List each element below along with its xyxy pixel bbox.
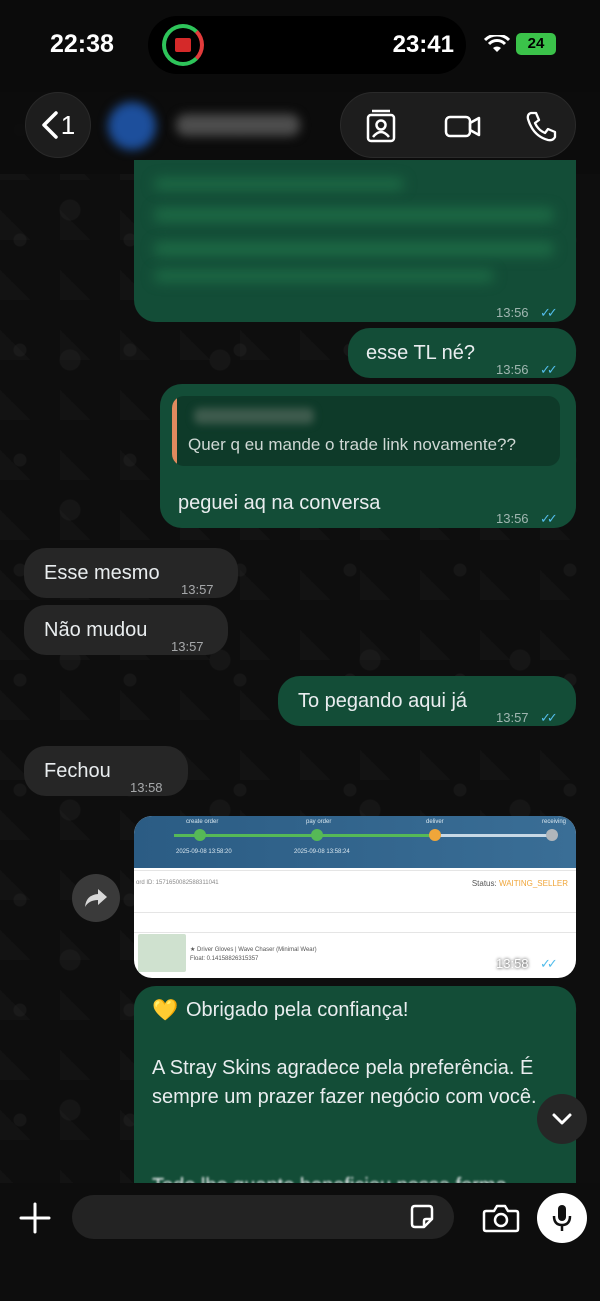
- redacted-text: [154, 242, 554, 256]
- message-time: 13:57: [181, 582, 214, 597]
- message-time: 13:58: [130, 780, 163, 795]
- item-float: Float: 0.14158826315357: [190, 956, 259, 962]
- message-text: Obrigado pela confiança!: [186, 999, 409, 1021]
- read-receipt-icon: ✓✓: [540, 305, 558, 320]
- island-timer: 23:41: [392, 31, 454, 58]
- image-message[interactable]: create order pay order deliver receiving…: [134, 816, 576, 978]
- order-status: Status: WAITING_SELLER: [471, 879, 568, 888]
- redacted-text: [154, 178, 404, 190]
- message-text: esse TL né?: [366, 342, 475, 364]
- redacted-text: [154, 208, 554, 222]
- item-name: ★ Driver Gloves | Wave Chaser (Minimal W…: [190, 947, 317, 953]
- order-progress-header: create order pay order deliver receiving…: [134, 816, 576, 868]
- message-bubble-outgoing[interactable]: 13:56 ✓✓: [134, 160, 576, 322]
- step-label: deliver: [426, 819, 444, 825]
- camera-icon[interactable]: [482, 1203, 520, 1233]
- order-id: ord ID: 1571650082588311041: [136, 880, 219, 886]
- status-time: 22:38: [50, 30, 114, 58]
- message-time: 13:58: [496, 956, 529, 971]
- back-button[interactable]: 1: [25, 92, 91, 158]
- contact-card-icon[interactable]: [363, 109, 399, 143]
- message-bubble-incoming[interactable]: Esse mesmo 13:57: [24, 548, 238, 598]
- step-label: create order: [186, 819, 219, 825]
- video-call-icon[interactable]: [443, 109, 483, 143]
- contact-name[interactable]: [176, 114, 300, 136]
- step-label: pay order: [306, 819, 332, 825]
- step-complete-icon: [194, 829, 206, 841]
- message-text: To pegando aqui já: [298, 690, 468, 712]
- message-time: 13:57: [171, 639, 204, 654]
- read-receipt-icon: ✓✓: [540, 511, 558, 526]
- forward-button[interactable]: [72, 874, 120, 922]
- message-bubble-outgoing[interactable]: esse TL né? 13:56 ✓✓: [348, 328, 576, 378]
- timer-app-icon: [162, 24, 204, 66]
- read-receipt-icon: ✓✓: [540, 362, 558, 377]
- message-bubble-incoming[interactable]: Fechou 13:58: [24, 746, 188, 796]
- dynamic-island[interactable]: 23:41: [148, 16, 466, 74]
- message-bubble-reply[interactable]: Quer q eu mande o trade link novamente??…: [160, 384, 576, 528]
- plus-icon[interactable]: [19, 1202, 51, 1234]
- message-text: Esse mesmo: [44, 562, 160, 584]
- yellow-heart-icon: 💛: [152, 999, 179, 1022]
- step-date: 2025-09-08 13:58:24: [294, 849, 350, 855]
- scroll-to-bottom-button[interactable]: [537, 1094, 587, 1144]
- call-actions: [340, 92, 576, 158]
- message-input[interactable]: [72, 1195, 454, 1239]
- chevron-down-icon: [552, 1113, 572, 1125]
- message-composer: [0, 1183, 600, 1301]
- item-thumbnail: [138, 934, 186, 972]
- message-text: A Stray Skins agradece pela preferência.…: [152, 1057, 537, 1108]
- microphone-icon: [552, 1205, 572, 1231]
- message-time: 13:56: [496, 362, 529, 377]
- redacted-text: [154, 270, 494, 282]
- message-time: 13:56: [496, 305, 529, 320]
- message-text: peguei aq na conversa: [178, 492, 381, 514]
- forward-arrow-icon: [85, 889, 107, 907]
- message-bubble-outgoing[interactable]: To pegando aqui já 13:57 ✓✓: [278, 676, 576, 726]
- message-bubble-outgoing[interactable]: 💛 Obrigado pela confiança! A Stray Skins…: [134, 986, 576, 1201]
- wifi-icon: [484, 35, 510, 52]
- chevron-left-icon: [42, 111, 58, 139]
- step-complete-icon: [311, 829, 323, 841]
- quote-accent-bar: [172, 396, 177, 466]
- quoted-message[interactable]: Quer q eu mande o trade link novamente??: [172, 396, 560, 466]
- progress-fill: [174, 834, 434, 837]
- step-pending-icon: [429, 829, 441, 841]
- read-receipt-icon: ✓✓: [540, 956, 558, 971]
- step-label: receiving: [542, 819, 567, 825]
- message-text: Fechou: [44, 760, 111, 782]
- step-date: 2025-09-08 13:58:20: [176, 849, 232, 855]
- message-bubble-incoming[interactable]: Não mudou 13:57: [24, 605, 228, 655]
- phone-icon[interactable]: [523, 109, 559, 143]
- quoted-sender: [194, 408, 314, 424]
- microphone-button[interactable]: [537, 1193, 587, 1243]
- message-time: 13:57: [496, 710, 529, 725]
- contact-avatar[interactable]: [108, 102, 156, 150]
- battery-icon: 24: [516, 33, 556, 55]
- step-inactive-icon: [546, 829, 558, 841]
- sticker-icon[interactable]: [408, 1203, 436, 1231]
- message-text: Não mudou: [44, 619, 148, 641]
- message-time: 13:56: [496, 511, 529, 526]
- quoted-text: Quer q eu mande o trade link novamente??: [188, 435, 516, 454]
- read-receipt-icon: ✓✓: [540, 710, 558, 725]
- status-bar: 22:38 23:41 24: [0, 0, 600, 92]
- unread-count: 1: [60, 109, 76, 140]
